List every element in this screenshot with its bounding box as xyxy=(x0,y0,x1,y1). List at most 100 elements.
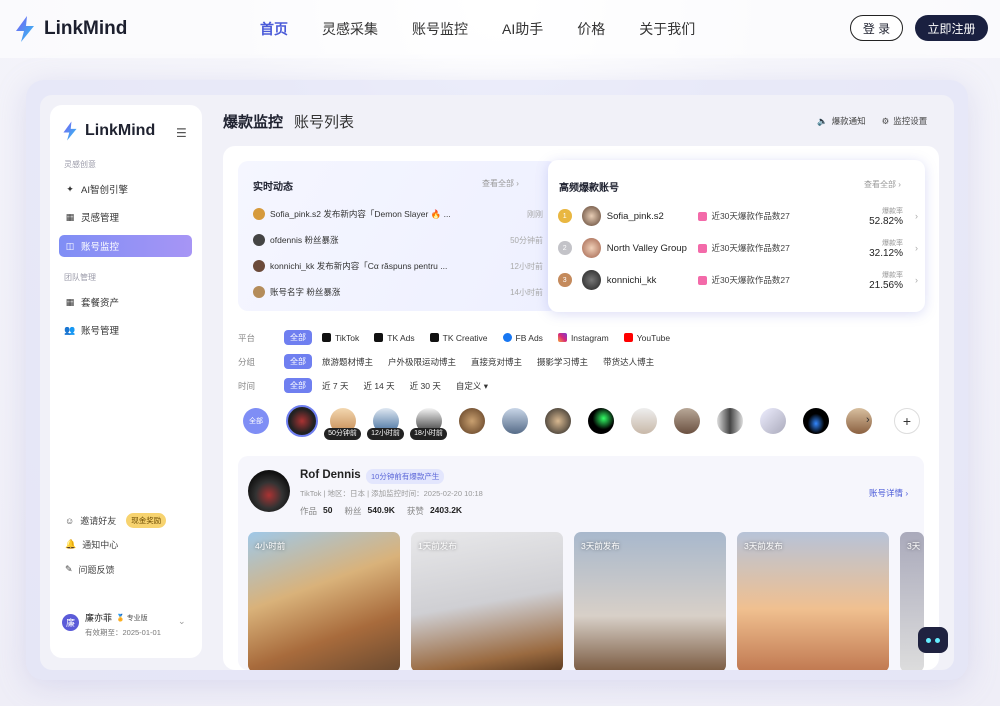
filter-all-chip[interactable]: 全部 xyxy=(284,354,312,369)
media-thumbnail[interactable]: 1天前发布 xyxy=(411,532,563,670)
group-option[interactable]: 带货达人博主 xyxy=(603,356,654,368)
time-option[interactable]: 近 30 天 xyxy=(410,380,441,392)
fans-value: 540.9K xyxy=(367,505,395,515)
nav-ai-assistant[interactable]: AI助手 xyxy=(502,19,543,39)
sidebar-item-monitor[interactable]: ◫ 账号监控 xyxy=(59,235,192,257)
hot-account-name: konnichi_kk xyxy=(606,274,657,286)
user-name: 廉亦菲 xyxy=(85,613,113,623)
avatar[interactable] xyxy=(248,470,290,512)
chevron-down-icon[interactable]: ⌄ xyxy=(178,616,186,627)
chevron-right-icon: › xyxy=(915,243,918,253)
avatar[interactable] xyxy=(545,408,571,434)
filter-tk-creative[interactable]: TK Creative xyxy=(429,333,488,343)
fans-label: 粉丝 xyxy=(344,506,362,516)
avatar[interactable] xyxy=(803,408,829,434)
nav-monitor[interactable]: 账号监控 xyxy=(412,19,468,39)
group-option[interactable]: 户外极限运动博主 xyxy=(388,356,456,368)
account-detail-link[interactable]: 账号详情 › xyxy=(869,487,908,499)
media-thumbnail[interactable]: 4小时前 xyxy=(248,532,400,670)
list-item[interactable]: ofdennis 粉丝暴涨 50分钟前 xyxy=(253,234,543,246)
invite-friends[interactable]: ☺ 邀请好友 现金奖励 xyxy=(65,513,167,528)
realtime-view-all[interactable]: 查看全部 › xyxy=(482,178,519,189)
youtube-icon xyxy=(623,333,633,342)
account-stats: 作品 50 粉丝 540.9K 获赞 2403.2K xyxy=(300,505,468,517)
filter-tk-ads[interactable]: TK Ads xyxy=(374,332,415,343)
filter-all-chip[interactable]: 全部 xyxy=(284,378,312,393)
plan-label: 专业版 xyxy=(126,614,148,622)
hot-notify-button[interactable]: 🔈 爆款通知 xyxy=(817,115,866,127)
avatar[interactable] xyxy=(459,408,485,434)
feedback[interactable]: ✎ 问题反馈 xyxy=(65,563,115,576)
user-profile[interactable]: 廉 廉亦菲 🏅 专业版 有效期至：2025-01-01 xyxy=(62,611,161,638)
media-time: 1天前发布 xyxy=(418,541,457,551)
avatar[interactable] xyxy=(588,408,614,434)
time-option[interactable]: 近 7 天 xyxy=(322,380,348,392)
avatar[interactable] xyxy=(760,408,786,434)
media-thumbnail[interactable]: 3天前发布 xyxy=(574,532,726,670)
group-option[interactable]: 旅游题材博主 xyxy=(322,356,373,368)
facebook-icon xyxy=(502,333,512,342)
filter-instagram[interactable]: Instagram xyxy=(557,332,609,343)
list-item[interactable]: Sofia_pink.s2 发布新内容「Demon Slayer 🔥 ... 刚… xyxy=(253,208,543,220)
sidebar-item-ai-engine[interactable]: ✦ AI智创引擎 xyxy=(59,178,192,200)
nav-about[interactable]: 关于我们 xyxy=(639,19,695,39)
nav-inspiration[interactable]: 灵感采集 xyxy=(322,19,378,39)
rate-value: 32.12% xyxy=(869,247,903,259)
avatar[interactable] xyxy=(674,408,700,434)
media-thumbnail[interactable]: 3天前发布 xyxy=(737,532,889,670)
option-label: TK Ads xyxy=(387,332,415,343)
time-tag: 12小时前 xyxy=(367,428,404,440)
list-item[interactable]: 账号名字 粉丝暴涨 14小时前 xyxy=(253,286,543,298)
group-option[interactable]: 直接竞对博主 xyxy=(471,356,522,368)
nav-pricing[interactable]: 价格 xyxy=(577,19,605,39)
main-nav: 首页 灵感采集 账号监控 AI助手 价格 关于我们 xyxy=(260,0,729,58)
user-icon: ☺ xyxy=(65,515,75,526)
avatar[interactable] xyxy=(717,408,743,434)
all-accounts-avatar[interactable]: 全部 xyxy=(243,408,269,434)
works-value: 50 xyxy=(323,505,333,515)
sidebar-brand: LinkMind xyxy=(62,121,155,141)
option-label: FB Ads xyxy=(515,332,543,343)
filter-tiktok[interactable]: TikTok xyxy=(322,333,359,343)
app-window: LinkMind ☰ 灵感创意 ✦ AI智创引擎 ▦ 灵感管理 ◫ 账号监控 团… xyxy=(40,95,954,670)
option-label: Instagram xyxy=(570,332,609,343)
sidebar-item-inspiration[interactable]: ▦ 灵感管理 xyxy=(59,206,192,228)
filter-youtube[interactable]: YouTube xyxy=(623,332,671,343)
add-account-button[interactable]: + xyxy=(894,408,920,434)
monitor-settings-button[interactable]: ⚙ 监控设置 xyxy=(882,115,928,127)
nav-home[interactable]: 首页 xyxy=(260,19,288,39)
rate-label: 爆款率 xyxy=(882,271,903,279)
group-option[interactable]: 摄影学习博主 xyxy=(537,356,588,368)
filter-fb-ads[interactable]: FB Ads xyxy=(502,332,543,343)
sidebar-item-label: 账号监控 xyxy=(81,242,120,253)
account-meta: TikTok | 地区：日本 | 添加监控时间：2025-02-20 10:18 xyxy=(300,489,483,498)
sidebar-item-package[interactable]: ▦ 套餐资产 xyxy=(59,291,192,313)
avatar xyxy=(581,206,601,226)
table-row[interactable]: 3 konnichi_kk 近30天爆款作品数27 爆款率 21.56% › xyxy=(558,267,918,293)
brand-logo[interactable]: LinkMind xyxy=(14,16,127,42)
likes-value: 2403.2K xyxy=(429,505,463,515)
notification-center[interactable]: 🔔 通知中心 xyxy=(65,538,118,551)
sidebar-item-accounts[interactable]: 👥 账号管理 xyxy=(59,319,192,341)
avatar[interactable] xyxy=(502,408,528,434)
time-option[interactable]: 近 14 天 xyxy=(363,380,394,392)
avatar[interactable] xyxy=(631,408,657,434)
avatar xyxy=(581,238,601,258)
table-row[interactable]: 1 Sofia_pink.s2 近30天爆款作品数27 爆款率 52.82% › xyxy=(558,203,918,229)
table-row[interactable]: 2 North Valley Group 近30天爆款作品数27 爆款率 32.1… xyxy=(558,235,918,261)
list-item[interactable]: konnichi_kk 发布新内容「Cα răspuns pentru ... … xyxy=(253,260,543,272)
page-subtitle: 账号列表 xyxy=(294,114,355,131)
avatar[interactable] xyxy=(286,405,318,437)
register-button[interactable]: 立即注册 xyxy=(915,15,988,41)
filter-all-chip[interactable]: 全部 xyxy=(284,330,312,345)
custom-time-dropdown[interactable]: 自定义 ▾ xyxy=(456,380,488,392)
scroll-right-icon[interactable]: › xyxy=(866,414,870,426)
collapse-menu-icon[interactable]: ☰ xyxy=(176,126,187,140)
login-button[interactable]: 登 录 xyxy=(850,15,903,41)
avatar: 廉 xyxy=(62,614,79,631)
filter-label: 时间 xyxy=(238,380,256,391)
option-label: YouTube xyxy=(636,332,671,343)
rate-value: 21.56% xyxy=(869,279,903,291)
ai-assistant-robot-icon[interactable] xyxy=(918,627,948,653)
hot-view-all[interactable]: 查看全部 › xyxy=(864,179,901,190)
